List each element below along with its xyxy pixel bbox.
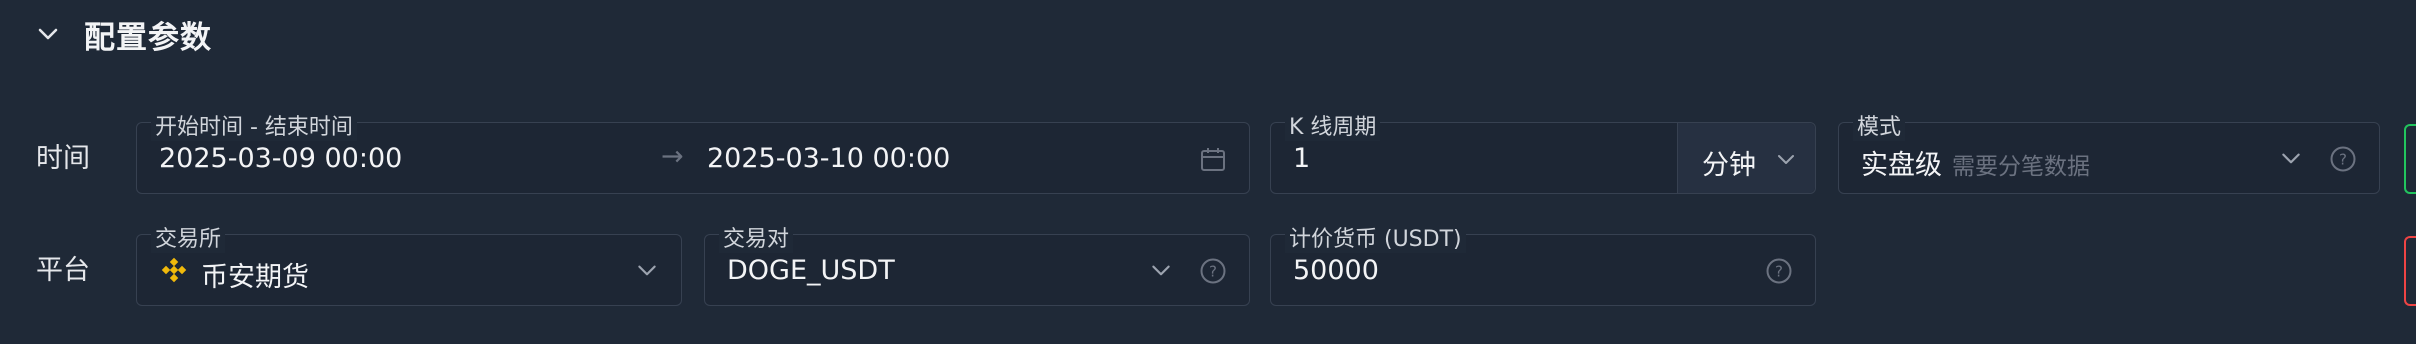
trading-pair-value: DOGE_USDT	[727, 255, 895, 286]
date-range-label: 开始时间 - 结束时间	[151, 109, 357, 141]
mode-hint: 需要分笔数据	[1952, 154, 2090, 180]
exchange-value: 币安期货	[201, 262, 309, 293]
kline-unit-value: 分钟	[1702, 150, 1756, 181]
date-range-picker[interactable]: 开始时间 - 结束时间 2025-03-09 00:00 → 2025-03-1…	[136, 109, 1250, 194]
help-circle-icon[interactable]: ?	[1199, 257, 1227, 285]
config-section-header[interactable]: 配置参数	[0, 0, 2416, 68]
end-time-input[interactable]: 2025-03-10 00:00	[707, 143, 950, 174]
mode-select[interactable]: 模式 实盘级 需要分笔数据 ?	[1838, 109, 2380, 194]
chevron-down-icon	[1778, 155, 1794, 164]
edge-button-green[interactable]	[2404, 124, 2416, 194]
section-title: 配置参数	[84, 20, 212, 56]
calendar-icon[interactable]	[1199, 145, 1227, 173]
kline-period-field[interactable]: K 线周期 1 分钟	[1270, 109, 1816, 194]
quote-currency-label: 计价货币 (USDT)	[1285, 221, 1466, 253]
help-circle-icon[interactable]: ?	[2329, 145, 2357, 173]
exchange-label: 交易所	[151, 221, 226, 253]
kline-period-input[interactable]: 1	[1293, 143, 1310, 174]
row-label-time: 时间	[36, 143, 90, 174]
edge-button-red[interactable]	[2404, 236, 2416, 306]
trading-pair-label: 交易对	[719, 221, 794, 253]
binance-logo	[161, 257, 187, 283]
help-circle-icon[interactable]: ?	[1765, 257, 1793, 285]
mode-value: 实盘级	[1861, 150, 1942, 181]
kline-period-label: K 线周期	[1285, 109, 1381, 141]
svg-text:?: ?	[2339, 151, 2347, 169]
trading-pair-select[interactable]: 交易对 DOGE_USDT ?	[704, 221, 1250, 306]
quote-currency-field[interactable]: 计价货币 (USDT) 50000 ?	[1270, 221, 1816, 306]
chevron-down-icon[interactable]	[2279, 147, 2303, 171]
chevron-down-icon[interactable]	[1149, 259, 1173, 283]
start-time-input[interactable]: 2025-03-09 00:00	[159, 143, 402, 174]
range-separator: →	[661, 141, 684, 172]
exchange-select[interactable]: 交易所 币安期货	[136, 221, 682, 306]
kline-unit-select[interactable]: 分钟	[1677, 123, 1815, 193]
svg-text:?: ?	[1209, 263, 1217, 281]
chevron-down-icon[interactable]	[34, 20, 62, 48]
row-label-platform: 平台	[36, 255, 90, 286]
chevron-down-icon[interactable]	[635, 259, 659, 283]
svg-text:?: ?	[1775, 263, 1783, 281]
quote-currency-input[interactable]: 50000	[1293, 255, 1379, 286]
mode-label: 模式	[1853, 109, 1906, 141]
